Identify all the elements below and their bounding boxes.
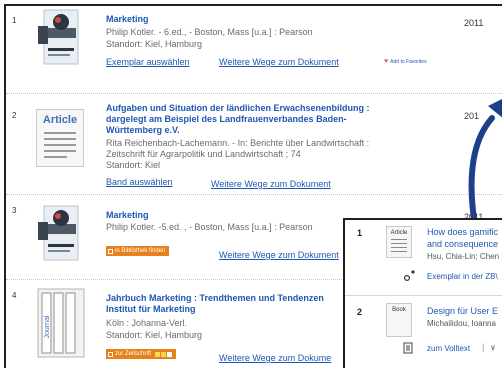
result-location: Standort: Kiel bbox=[106, 160, 161, 170]
result-title-line[interactable]: Aufgaben und Situation der ländlichen Er… bbox=[106, 103, 370, 114]
more-ways-link[interactable]: Weitere Wege zum Dokume bbox=[219, 353, 331, 364]
document-icon bbox=[403, 342, 413, 354]
result-meta: Philip Kotler. - 6.ed., - Boston, Mass [… bbox=[106, 27, 313, 37]
result-year: 2011 bbox=[464, 18, 484, 28]
find-in-library-label: in Bibliothek finden bbox=[115, 248, 166, 254]
library-icon bbox=[108, 248, 113, 254]
journal-thumbnail-icon[interactable]: Journal bbox=[36, 287, 86, 359]
select-volume-link[interactable]: Band auswählen bbox=[106, 177, 173, 188]
result-title-line[interactable]: Württemberg e.V. bbox=[106, 125, 180, 136]
result-title[interactable]: Marketing bbox=[106, 14, 149, 25]
popup-result-row: 1 Article How does gamific and consequen… bbox=[345, 220, 502, 296]
find-in-library-button[interactable]: in Bibliothek finden bbox=[106, 246, 170, 256]
select-copy-link[interactable]: Exemplar auswählen bbox=[106, 57, 190, 68]
popup-result-number: 2 bbox=[357, 307, 363, 317]
result-location: Standort: Kiel, Hamburg bbox=[106, 39, 203, 49]
result-number: 3 bbox=[12, 206, 17, 215]
result-row: 1 Marketing Philip Kotler. - 6.ed., - Bo… bbox=[6, 6, 502, 94]
result-meta: Köln : Johanna-Verl. bbox=[106, 318, 188, 328]
result-row: 2 Article Aufgaben und Situation der län… bbox=[6, 95, 502, 195]
divider: | bbox=[482, 342, 485, 352]
comparison-popup: 1 Article How does gamific and consequen… bbox=[343, 218, 502, 368]
result-meta: Philip Kotler. -5.ed. , - Boston, Mass [… bbox=[106, 222, 313, 232]
result-meta-line: Zeitschrift für Agrarpolitik und Landwir… bbox=[106, 149, 301, 159]
result-title-line[interactable]: Jahrbuch Marketing : Trendthemen und Ten… bbox=[106, 293, 324, 304]
article-thumbnail-icon[interactable]: Article bbox=[36, 109, 84, 167]
popup-result-row: 2 Book Design für User E Michailidou, Io… bbox=[345, 297, 502, 368]
journal-icon bbox=[108, 351, 113, 357]
chevron-down-icon[interactable]: ∨ bbox=[490, 343, 496, 352]
result-title[interactable]: Marketing bbox=[106, 210, 149, 221]
result-number: 4 bbox=[12, 291, 17, 300]
to-journal-button[interactable]: zur Zeitschrift bbox=[106, 349, 177, 359]
popup-result-meta: Michailidou, Ioanna bbox=[427, 319, 496, 328]
journal-icons bbox=[155, 351, 173, 357]
favorites-label: Add to Favorites bbox=[390, 58, 427, 65]
full-text-link[interactable]: zum Volltext bbox=[427, 344, 470, 353]
article-label: Article bbox=[42, 114, 78, 126]
result-number: 2 bbox=[12, 111, 17, 120]
link-icon bbox=[403, 270, 415, 282]
add-to-favorites-button[interactable]: ♥ Add to Favorites bbox=[384, 58, 427, 65]
book-cover-icon[interactable] bbox=[32, 8, 90, 66]
popup-result-title-line[interactable]: How does gamific bbox=[427, 226, 498, 238]
more-ways-link[interactable]: Weitere Wege zum Dokument bbox=[211, 179, 331, 190]
popup-result-meta: Hsu, Chia-Lin; Chen bbox=[427, 252, 500, 261]
article-thumbnail-icon[interactable]: Article bbox=[386, 226, 412, 258]
book-label: Book bbox=[392, 307, 406, 313]
result-number: 1 bbox=[12, 16, 17, 25]
result-title-line[interactable]: dargelegt am Beispiel des Landfrauenverb… bbox=[106, 114, 347, 125]
result-title-line[interactable]: Institut für Marketing bbox=[106, 304, 196, 315]
result-meta-line: Rita Reichenbach-Lachemann. - In: Berich… bbox=[106, 138, 370, 148]
book-cover-icon[interactable] bbox=[32, 204, 90, 262]
popup-result-title[interactable]: Design für User E bbox=[427, 305, 498, 317]
journal-label: Journal bbox=[44, 315, 51, 338]
more-ways-link[interactable]: Weitere Wege zum Dokument bbox=[219, 250, 339, 261]
popup-result-number: 1 bbox=[357, 228, 363, 238]
to-journal-label: zur Zeitschrift bbox=[115, 351, 152, 357]
article-label: Article bbox=[390, 230, 408, 236]
more-ways-link[interactable]: Weitere Wege zum Dokument bbox=[219, 57, 339, 68]
heart-icon: ♥ bbox=[384, 58, 389, 65]
popup-result-title-line[interactable]: and consequence bbox=[427, 238, 498, 250]
book-thumbnail-icon[interactable]: Book bbox=[386, 303, 412, 337]
copy-in-zbw-link[interactable]: Exemplar in der ZB\ bbox=[427, 272, 498, 281]
result-location: Standort: Kiel, Hamburg bbox=[106, 330, 203, 340]
